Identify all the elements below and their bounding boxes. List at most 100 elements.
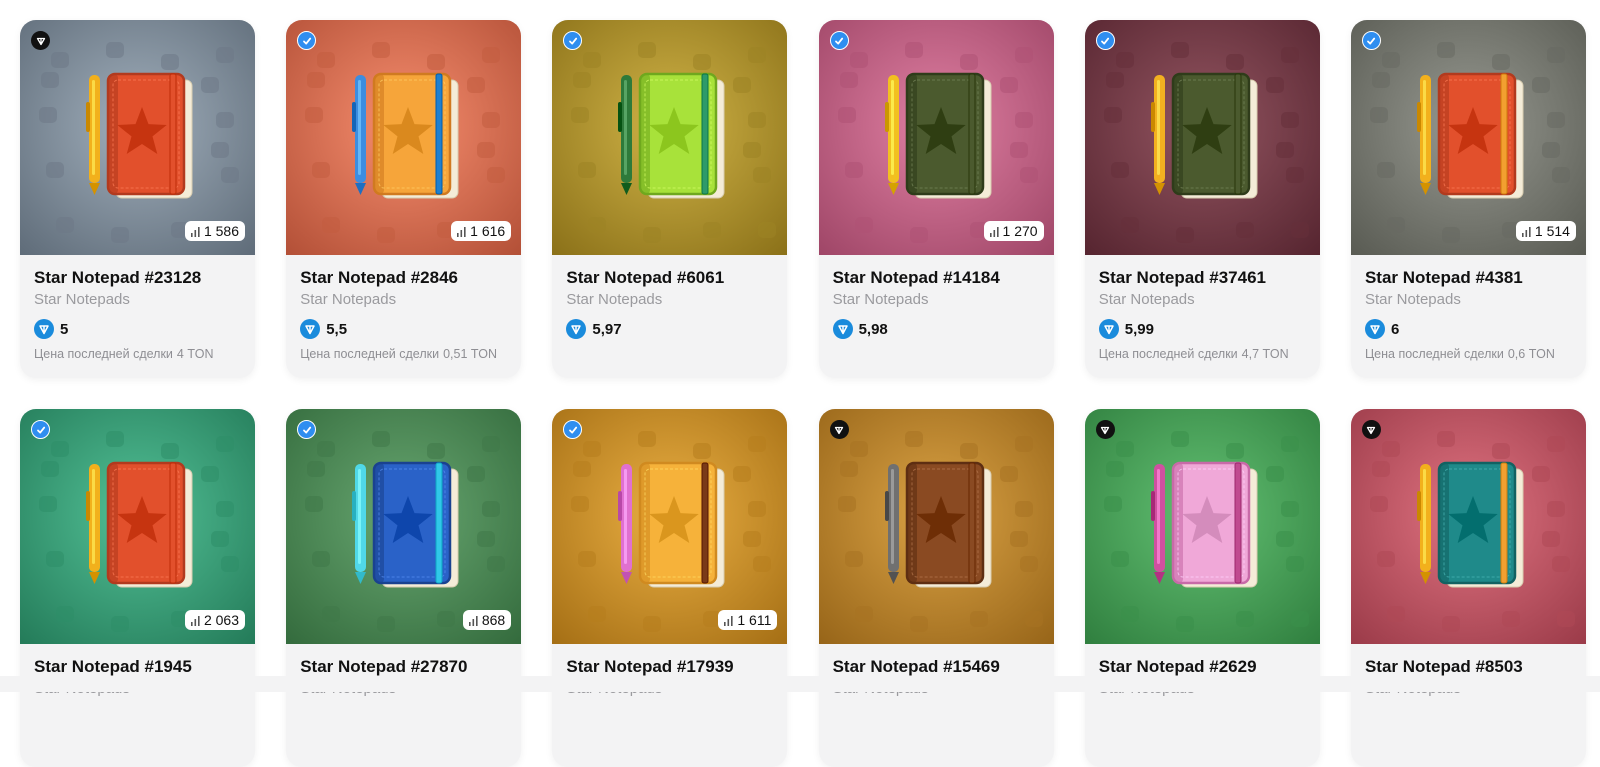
marketplace-badge-icon xyxy=(1095,420,1115,439)
collection-name[interactable]: Star Notepads xyxy=(833,290,1040,310)
nft-price: 5,99 xyxy=(1124,320,1154,338)
nft-title[interactable]: Star Notepad #15469 xyxy=(833,656,1040,678)
notepad-artwork xyxy=(1350,409,1586,644)
last-sale: Цена последней сделки 4,7 TON xyxy=(1099,347,1306,361)
notepad-artwork xyxy=(286,409,522,644)
price-row: 5,99 xyxy=(1098,319,1306,339)
price-row: 5,98 xyxy=(832,319,1040,339)
nft-price: 5,97 xyxy=(592,320,622,338)
nft-card[interactable]: Star Notepad #37461 Star Notepads 5,99 Ц… xyxy=(1084,20,1320,378)
nft-price: 5,98 xyxy=(858,320,888,338)
last-sale-label: Цена последней сделки xyxy=(1098,347,1238,361)
marketplace-badge-icon xyxy=(1095,31,1115,50)
bar-chart-icon xyxy=(457,226,466,237)
views-counter: 868 xyxy=(462,610,512,630)
nft-title[interactable]: Star Notepad #8503 xyxy=(1365,656,1572,678)
marketplace-badge-icon xyxy=(31,420,50,439)
ton-icon xyxy=(1364,319,1385,339)
last-sale-value: 0,6 TON xyxy=(1507,347,1555,361)
views-count: 1 586 xyxy=(203,223,239,239)
nft-card[interactable]: Star Notepad #15469 Star Notepads Цена п… xyxy=(818,409,1054,767)
notepad-artwork xyxy=(20,409,255,644)
views-count: 2 063 xyxy=(203,612,239,628)
nft-title[interactable]: Star Notepad #6061 xyxy=(566,267,773,289)
notepad-artwork xyxy=(1084,20,1320,255)
nft-thumbnail[interactable] xyxy=(1084,409,1320,644)
collection-name[interactable]: Star Notepads xyxy=(1099,290,1306,310)
views-counter: 1 270 xyxy=(983,221,1044,241)
nft-thumbnail[interactable] xyxy=(552,20,788,255)
marketplace-badge-icon xyxy=(1361,31,1381,50)
price-row: 5,97 xyxy=(566,319,773,339)
ton-icon xyxy=(566,319,587,339)
bottom-scroll-edge xyxy=(0,676,1600,692)
marketplace-badge-icon xyxy=(31,31,50,50)
bar-chart-icon xyxy=(468,615,478,626)
nft-title[interactable]: Star Notepad #37461 xyxy=(1099,267,1306,289)
views-count: 1 616 xyxy=(470,223,506,239)
last-sale-label: Цена последней сделки xyxy=(1364,347,1504,361)
notepad-artwork xyxy=(1350,20,1586,255)
views-counter: 1 616 xyxy=(451,221,512,241)
nft-title[interactable]: Star Notepad #1945 xyxy=(34,656,241,678)
nft-thumbnail[interactable]: 1 611 xyxy=(552,409,788,644)
price-row: 5,5 xyxy=(300,319,507,339)
bar-chart-icon xyxy=(724,615,733,626)
views-count: 1 270 xyxy=(1002,223,1038,239)
nft-thumbnail[interactable]: 1 586 xyxy=(20,20,255,255)
last-sale: Цена последней сделки 0,51 TON xyxy=(300,347,507,361)
nft-title[interactable]: Star Notepad #4381 xyxy=(1365,267,1572,289)
marketplace-badge-icon xyxy=(829,420,849,439)
collection-name[interactable]: Star Notepads xyxy=(34,290,241,310)
nft-thumbnail[interactable]: 1 616 xyxy=(286,20,522,255)
views-counter: 2 063 xyxy=(184,610,245,630)
nft-thumbnail[interactable]: 868 xyxy=(286,409,522,644)
notepad-artwork xyxy=(1084,409,1320,644)
bar-chart-icon xyxy=(1521,226,1531,237)
nft-card[interactable]: 1 611 Star Notepad #17939 Star Notepads … xyxy=(552,409,788,767)
nft-thumbnail[interactable] xyxy=(818,409,1054,644)
views-counter: 1 586 xyxy=(184,221,245,241)
nft-title[interactable]: Star Notepad #14184 xyxy=(833,267,1040,289)
nft-title[interactable]: Star Notepad #2629 xyxy=(1099,656,1306,678)
nft-card[interactable]: 1 616 Star Notepad #2846 Star Notepads 5… xyxy=(286,20,522,378)
views-count: 868 xyxy=(481,612,506,628)
collection-name[interactable]: Star Notepads xyxy=(566,290,773,310)
nft-thumbnail[interactable]: 2 063 xyxy=(20,409,255,644)
ton-icon xyxy=(832,319,853,339)
last-sale-label: Цена последней сделки xyxy=(34,347,173,361)
notepad-artwork xyxy=(818,20,1054,255)
nft-title[interactable]: Star Notepad #17939 xyxy=(566,656,773,678)
nft-title[interactable]: Star Notepad #2846 xyxy=(300,267,507,289)
ton-icon xyxy=(1098,319,1119,339)
price-row: 5 xyxy=(34,319,241,339)
nft-thumbnail[interactable]: 1 514 xyxy=(1350,20,1586,255)
nft-card[interactable]: 868 Star Notepad #27870 Star Notepads Це… xyxy=(286,409,522,767)
nft-price: 5 xyxy=(60,320,69,338)
nft-card[interactable]: Star Notepad #2629 Star Notepads Цена по… xyxy=(1084,409,1320,767)
price-row: 6 xyxy=(1364,319,1572,339)
nft-card[interactable]: Star Notepad #6061 Star Notepads 5,97 Це… xyxy=(552,20,788,378)
notepad-artwork xyxy=(552,409,788,644)
nft-card[interactable]: 1 514 Star Notepad #4381 Star Notepads 6… xyxy=(1350,20,1586,378)
nft-thumbnail[interactable]: 1 270 xyxy=(818,20,1054,255)
views-counter: 1 611 xyxy=(718,610,778,630)
notepad-artwork xyxy=(286,20,522,255)
nft-price: 6 xyxy=(1390,320,1400,338)
last-sale-label: Цена последней сделки xyxy=(300,347,440,361)
nft-card[interactable]: Star Notepad #8503 Star Notepads Цена по… xyxy=(1350,409,1586,767)
ton-icon xyxy=(300,319,321,339)
last-sale: Цена последней сделки 0,6 TON xyxy=(1365,347,1572,361)
collection-name[interactable]: Star Notepads xyxy=(1365,290,1572,310)
nft-card[interactable]: 1 270 Star Notepad #14184 Star Notepads … xyxy=(818,20,1054,378)
notepad-artwork xyxy=(552,20,788,255)
nft-card[interactable]: 2 063 Star Notepad #1945 Star Notepads Ц… xyxy=(20,409,255,767)
bar-chart-icon xyxy=(190,226,200,237)
nft-card[interactable]: 1 586 Star Notepad #23128 Star Notepads … xyxy=(20,20,255,378)
nft-thumbnail[interactable] xyxy=(1084,20,1320,255)
marketplace-badge-icon xyxy=(1361,420,1381,439)
nft-thumbnail[interactable] xyxy=(1350,409,1586,644)
nft-title[interactable]: Star Notepad #23128 xyxy=(34,267,241,289)
collection-name[interactable]: Star Notepads xyxy=(300,290,507,310)
nft-title[interactable]: Star Notepad #27870 xyxy=(300,656,507,678)
